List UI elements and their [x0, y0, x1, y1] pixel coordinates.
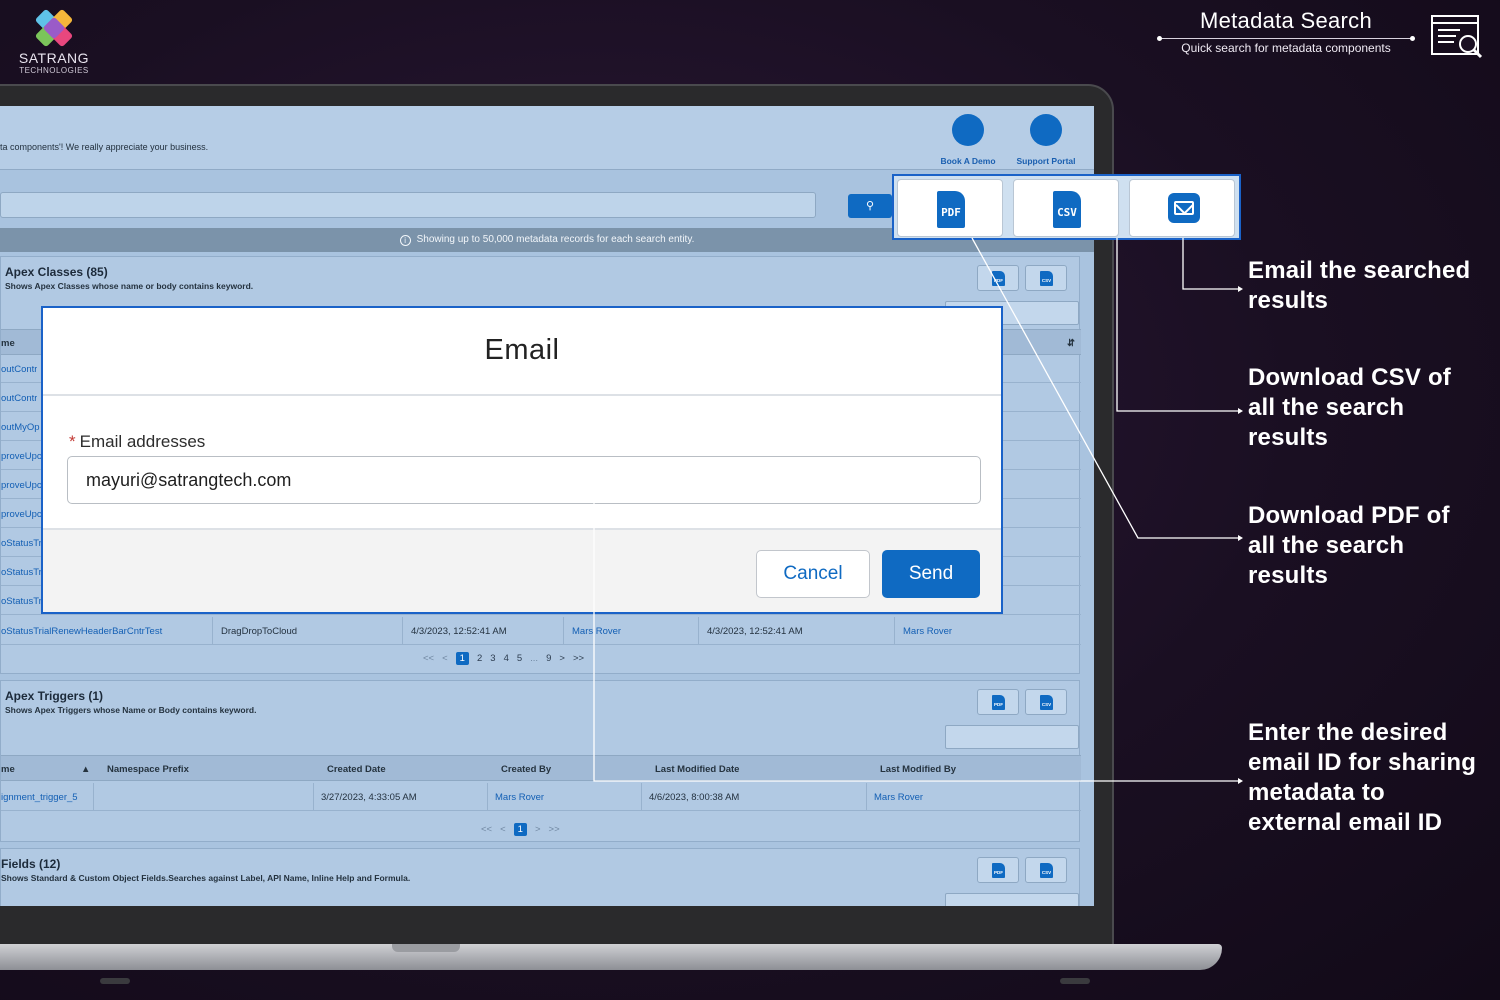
callout-email: Email the searched results — [1248, 256, 1470, 316]
callout-email-id: Enter the desired email ID for sharing m… — [1248, 718, 1476, 838]
callout-pdf: Download PDF of all the search results — [1248, 501, 1450, 591]
callout-line: Email the searched — [1248, 257, 1471, 284]
callout-csv: Download CSV of all the search results — [1248, 363, 1451, 453]
callout-line: all the search — [1248, 532, 1405, 559]
callout-line: external email ID — [1248, 809, 1443, 836]
callout-line: results — [1248, 562, 1329, 589]
callout-connectors — [593, 237, 1243, 784]
callout-line: results — [1248, 287, 1329, 314]
callout-line: Enter the desired — [1248, 719, 1448, 746]
callout-line: results — [1248, 424, 1329, 451]
callout-line: Download PDF of — [1248, 502, 1450, 529]
callout-line: email ID for sharing — [1248, 749, 1477, 776]
callout-line: all the search — [1248, 394, 1405, 421]
callout-line: metadata to — [1248, 779, 1385, 806]
callout-line: Download CSV of — [1248, 364, 1451, 391]
